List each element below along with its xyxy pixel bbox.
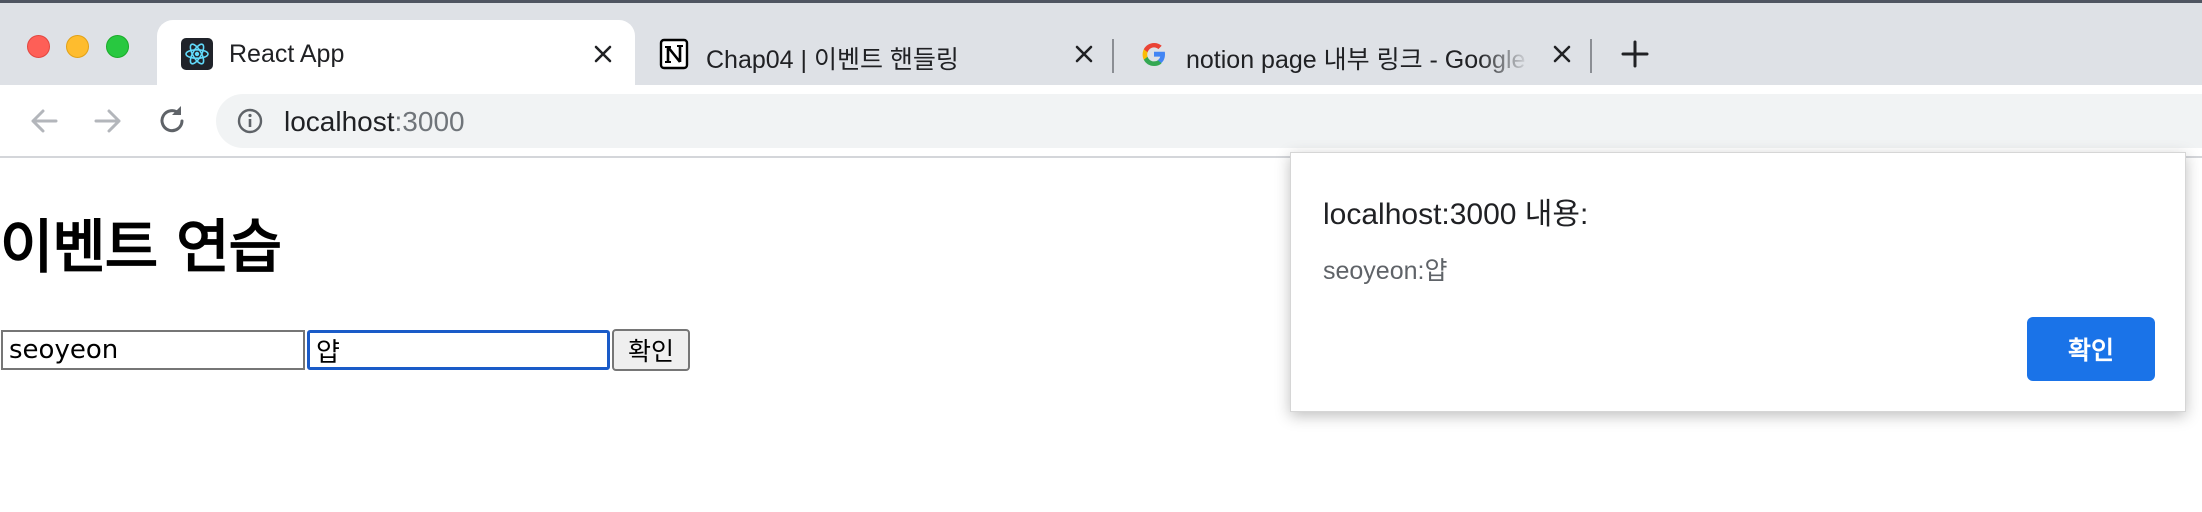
tab-title: React App	[229, 40, 345, 68]
close-tab-icon[interactable]	[1072, 42, 1096, 66]
close-tab-icon[interactable]	[591, 42, 615, 66]
tab-google-search[interactable]: notion page 내부 링크 - Google 검색	[1114, 20, 1592, 88]
window-minimize-button[interactable]	[66, 35, 89, 58]
google-g-icon	[1142, 43, 1165, 66]
tab-title: notion page 내부 링크 - Google 검색	[1186, 46, 1530, 74]
page-title: 이벤트 연습	[0, 213, 282, 281]
url-text: localhost:3000	[284, 106, 465, 138]
notion-icon	[659, 38, 689, 70]
tab-separator	[1590, 39, 1592, 73]
browser-tab-strip: React App Chap04 | 이벤트 핸들링 notion page 내…	[0, 0, 2202, 88]
address-bar[interactable]: localhost:3000	[216, 94, 2202, 148]
window-close-button[interactable]	[27, 35, 50, 58]
username-input[interactable]	[1, 330, 305, 370]
alert-message: seoyeon:얍	[1323, 257, 1448, 285]
reload-icon[interactable]	[154, 103, 190, 139]
alert-title: localhost:3000 내용:	[1323, 198, 1589, 231]
browser-toolbar: localhost:3000	[0, 85, 2202, 158]
back-arrow-icon[interactable]	[26, 103, 62, 139]
tab-react-app[interactable]: React App	[157, 20, 635, 88]
url-host: localhost	[284, 106, 395, 137]
react-atom-icon	[181, 38, 213, 70]
url-port: :3000	[394, 106, 465, 137]
alert-ok-button[interactable]: 확인	[2027, 317, 2155, 381]
tab-notion-chap04[interactable]: Chap04 | 이벤트 핸들링	[634, 20, 1112, 88]
tab-title: Chap04 | 이벤트 핸들링	[706, 46, 959, 74]
site-info-icon[interactable]	[236, 107, 264, 135]
confirm-button[interactable]: 확인	[612, 329, 690, 371]
forward-arrow-icon[interactable]	[90, 103, 126, 139]
new-tab-plus-icon[interactable]	[1620, 39, 1650, 69]
close-tab-icon[interactable]	[1550, 42, 1574, 66]
window-maximize-button[interactable]	[106, 35, 129, 58]
alert-dialog: localhost:3000 내용: seoyeon:얍 확인	[1290, 152, 2186, 412]
message-input[interactable]	[307, 330, 610, 370]
